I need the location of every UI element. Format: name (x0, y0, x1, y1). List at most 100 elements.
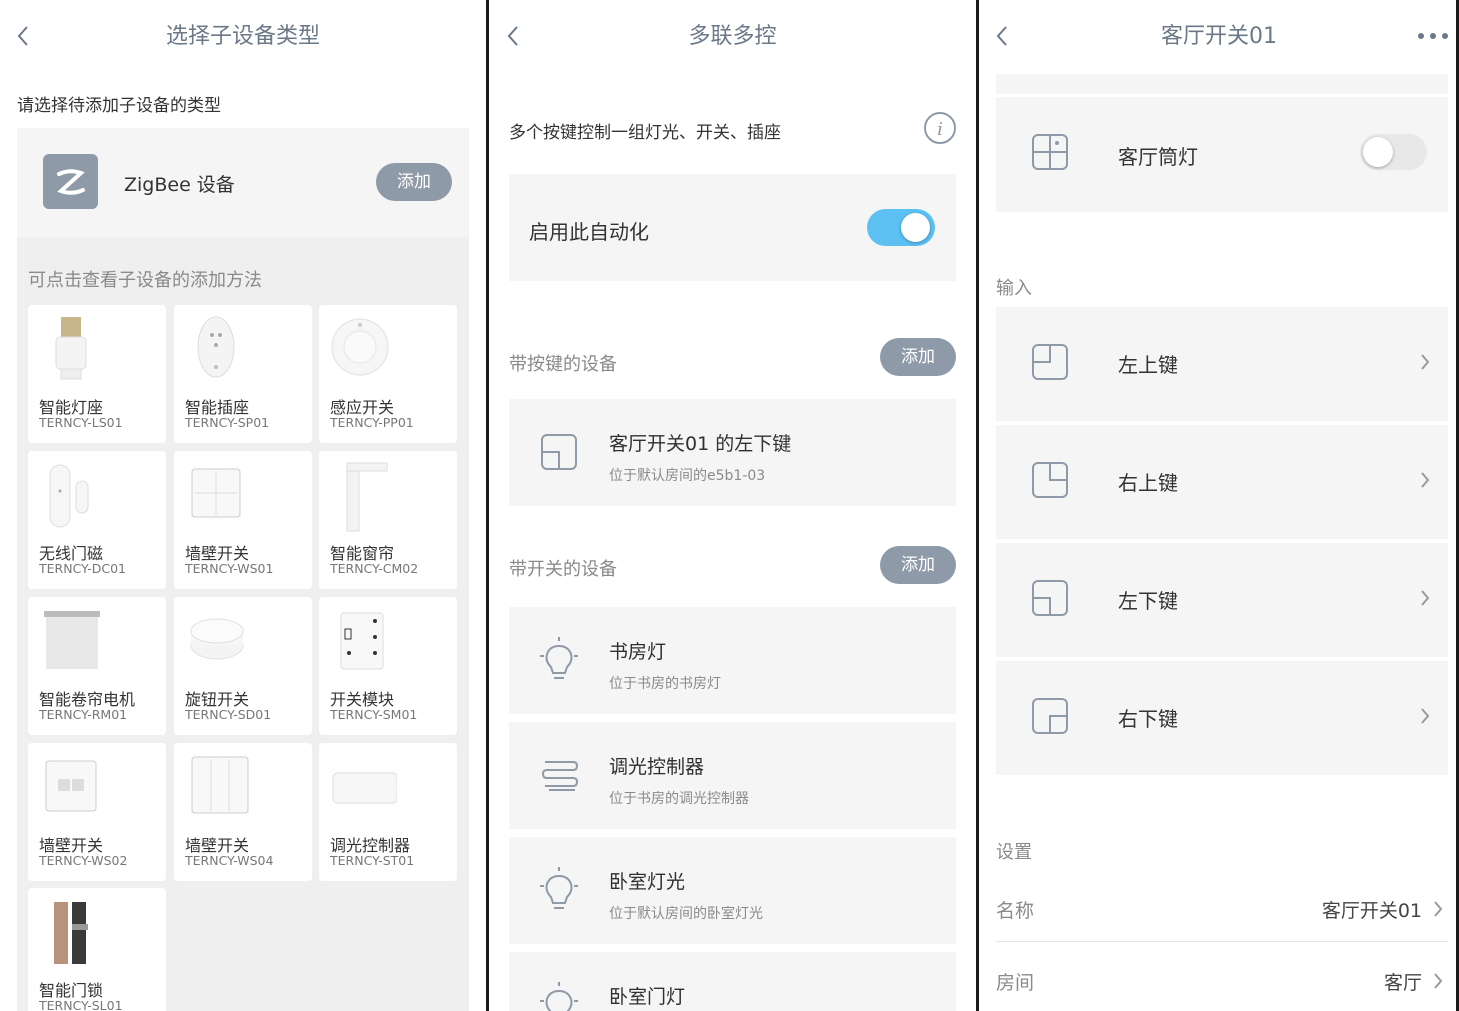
lower-right-key-icon (1032, 698, 1068, 734)
toggle-knob (1363, 137, 1393, 167)
key-label: 右上键 (1118, 471, 1178, 495)
dimmer-icon (332, 772, 397, 804)
dimmer-icon (541, 761, 579, 791)
description-text: 多个按键控制一组灯光、开关、插座 (509, 123, 781, 143)
output-device-toggle[interactable] (1360, 134, 1427, 170)
switch-module-icon (340, 612, 384, 670)
device-tile[interactable]: 感应开关 TERNCY-PP01 (319, 305, 457, 443)
enable-label: 启用此自动化 (529, 220, 649, 244)
info-icon[interactable]: i (923, 111, 957, 145)
switch-device-title: 卧室门灯 (609, 986, 686, 1008)
wall-switch-icon (191, 468, 241, 518)
name-setting-row[interactable]: 名称 客厅开关01 (996, 880, 1448, 942)
page-title: 多联多控 (688, 24, 777, 49)
room-value: 客厅 (1383, 972, 1422, 994)
key-row[interactable]: 左上键 (996, 307, 1448, 421)
key-label: 左上键 (1118, 353, 1178, 377)
add-switch-device-button[interactable]: 添加 (880, 546, 956, 584)
key-label: 右下键 (1118, 707, 1178, 731)
add-keyed-device-button[interactable]: 添加 (880, 338, 956, 376)
toggle-knob (901, 213, 930, 242)
svg-text:i: i (937, 119, 943, 140)
device-tile[interactable]: 旋钮开关 TERNCY-SD01 (174, 597, 312, 735)
device-tile[interactable]: 智能门锁 TERNCY-SL01 (28, 888, 166, 1011)
device-tile[interactable]: 调光控制器 TERNCY-ST01 (319, 743, 457, 881)
enable-toggle[interactable] (867, 209, 935, 246)
device-model: TERNCY-SM01 (330, 707, 418, 722)
door-lock-icon (54, 902, 88, 964)
room-label: 房间 (996, 972, 1035, 994)
chevron-right-icon (1421, 354, 1430, 370)
device-model: TERNCY-DC01 (39, 561, 126, 576)
key-row[interactable]: 右上键 (996, 425, 1448, 539)
chevron-right-icon (1421, 472, 1430, 488)
more-options-icon[interactable] (1416, 30, 1450, 42)
device-tile[interactable]: 开关模块 TERNCY-SM01 (319, 597, 457, 735)
key-row[interactable]: 右下键 (996, 661, 1448, 775)
device-model: TERNCY-PP01 (330, 415, 414, 430)
input-section-title: 输入 (996, 278, 1032, 299)
roller-blind-icon (44, 611, 100, 669)
switch-device-row[interactable]: 调光控制器 位于书房的调光控制器 (509, 722, 956, 829)
device-tile[interactable]: 墙壁开关 TERNCY-WS01 (174, 451, 312, 589)
upper-left-key-icon (1032, 344, 1068, 380)
device-tile[interactable]: 无线门磁 TERNCY-DC01 (28, 451, 166, 589)
switch-section-title: 带开关的设备 (509, 559, 617, 580)
four-key-switch-icon (1032, 134, 1068, 170)
device-tile[interactable]: 智能卷帘电机 TERNCY-RM01 (28, 597, 166, 735)
key-row[interactable]: 左下键 (996, 543, 1448, 657)
device-model: TERNCY-LS01 (39, 415, 123, 430)
settings-section-title: 设置 (996, 842, 1032, 863)
chevron-right-icon (1421, 708, 1430, 724)
keyed-device-row[interactable]: 客厅开关01 的左下键 位于默认房间的e5b1-03 (509, 399, 956, 506)
wall-switch-2-icon (45, 760, 97, 812)
switch-device-subtitle: 位于书房的调光控制器 (609, 791, 749, 807)
output-device-row[interactable]: 客厅筒灯 (996, 97, 1448, 212)
previous-row-stub (996, 74, 1448, 94)
device-model: TERNCY-RM01 (39, 707, 128, 722)
switch-device-subtitle: 位于书房的书房灯 (609, 676, 721, 692)
lightbulb-icon (540, 867, 578, 909)
device-model: TERNCY-WS01 (185, 561, 274, 576)
switch-device-row[interactable]: 卧室门灯 (509, 952, 956, 1011)
screenshot-composite: 选择子设备类型 请选择待添加子设备的类型 ZigBee 设备 添加 可点击查看子… (0, 0, 1459, 1011)
switch-device-title: 书房灯 (609, 641, 667, 663)
keyed-device-subtitle: 位于默认房间的e5b1-03 (609, 468, 766, 484)
switch-device-row[interactable]: 书房灯 位于书房的书房灯 (509, 607, 956, 714)
switch-device-row[interactable]: 卧室灯光 位于默认房间的卧室灯光 (509, 837, 956, 944)
device-tile[interactable]: 墙壁开关 TERNCY-WS02 (28, 743, 166, 881)
device-model: TERNCY-SL01 (39, 998, 123, 1011)
room-setting-row[interactable]: 房间 客厅 (996, 950, 1448, 1010)
switch-detail-screen: 客厅开关01 客厅筒灯 输入 左上键 右上键 左下键 右下键 设置 名称 客厅开… (979, 0, 1459, 1011)
bulb-socket-icon (55, 317, 87, 380)
device-tile[interactable]: 智能窗帘 TERNCY-CM02 (319, 451, 457, 589)
device-tile[interactable]: 智能插座 TERNCY-SP01 (174, 305, 312, 443)
prompt-text: 请选择待添加子设备的类型 (17, 96, 221, 116)
lower-left-key-icon (1032, 580, 1068, 616)
device-tile[interactable]: 墙壁开关 TERNCY-WS04 (174, 743, 312, 881)
add-zigbee-button[interactable]: 添加 (376, 163, 452, 201)
name-value: 客厅开关01 (1321, 900, 1422, 922)
key-label: 左下键 (1118, 589, 1178, 613)
device-model: TERNCY-CM02 (330, 561, 419, 576)
device-model: TERNCY-WS02 (39, 853, 128, 868)
multi-control-screen: 多联多控 多个按键控制一组灯光、开关、插座 i 启用此自动化 带按键的设备 添加… (489, 0, 976, 1011)
upper-right-key-icon (1032, 462, 1068, 498)
page-title: 客厅开关01 (1161, 24, 1277, 49)
device-model: TERNCY-SP01 (185, 415, 270, 430)
zigbee-logo-icon (43, 154, 98, 209)
door-sensor-icon (49, 464, 89, 528)
hint-text: 可点击查看子设备的添加方法 (28, 270, 262, 291)
keyed-section-title: 带按键的设备 (509, 354, 617, 375)
zigbee-label: ZigBee 设备 (124, 174, 235, 196)
enable-automation-row: 启用此自动化 (509, 174, 956, 281)
keyed-device-title: 客厅开关01 的左下键 (609, 433, 792, 455)
zigbee-card[interactable]: ZigBee 设备 添加 (17, 128, 469, 237)
lower-left-key-icon (541, 434, 577, 470)
plug-icon (197, 316, 235, 378)
device-tile[interactable]: 智能灯座 TERNCY-LS01 (28, 305, 166, 443)
select-device-type-screen: 选择子设备类型 请选择待添加子设备的类型 ZigBee 设备 添加 可点击查看子… (0, 0, 486, 1011)
chevron-right-icon (1421, 590, 1430, 606)
chevron-right-icon (1434, 901, 1443, 917)
switch-device-subtitle: 位于默认房间的卧室灯光 (609, 906, 763, 922)
